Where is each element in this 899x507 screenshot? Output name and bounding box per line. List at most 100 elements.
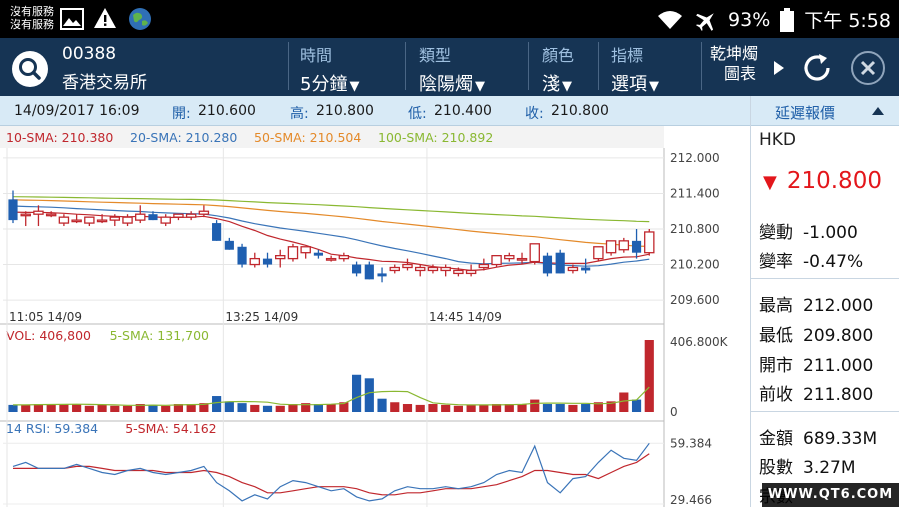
volume-bar bbox=[568, 404, 578, 412]
candle-body-up bbox=[325, 257, 337, 261]
change-pct-value: -0.47% bbox=[803, 252, 864, 272]
candle-body-up bbox=[275, 255, 286, 260]
search-icon bbox=[19, 58, 41, 80]
volume-bar bbox=[46, 404, 56, 412]
chart-area[interactable]: 10-SMA: 210.380 20-SMA: 210.280 50-SMA: 21… bbox=[0, 126, 750, 507]
header-divider bbox=[288, 42, 289, 90]
candle-chart-link[interactable]: 乾坤燭 圖表 bbox=[710, 44, 758, 96]
candle-body-down bbox=[542, 255, 553, 274]
candle-body-up bbox=[300, 246, 311, 254]
indicator-selector[interactable]: 指標 選項 ▼ bbox=[611, 42, 659, 95]
day-low-value: 209.800 bbox=[803, 326, 874, 346]
play-arrow-icon[interactable] bbox=[773, 60, 785, 76]
prev-close-label: 前收 bbox=[759, 385, 793, 405]
rsi-legend-entry: 5-SMA: 54.162 bbox=[125, 421, 216, 436]
candle-body-up bbox=[529, 243, 540, 263]
candle-body-up bbox=[84, 216, 95, 224]
quote-panel: 延遲報價 HKD ▼ 210.800 變動 -1.000 變率 -0.47% 最高 21… bbox=[750, 96, 899, 507]
indicator-label: 指標 bbox=[611, 46, 644, 65]
volume-bar bbox=[352, 374, 362, 412]
candle-body-up bbox=[504, 255, 515, 260]
candle-body-down bbox=[555, 252, 565, 274]
volume-bar bbox=[224, 401, 234, 412]
volume-bar bbox=[275, 405, 285, 412]
turnover-row: 金額 689.33M bbox=[759, 424, 877, 449]
delayed-quote-header[interactable]: 延遲報價 bbox=[751, 96, 899, 126]
watermark: WWW.QT6.COM bbox=[762, 483, 899, 507]
change-row: 變動 -1.000 bbox=[759, 218, 858, 243]
candle-body-up bbox=[389, 266, 400, 272]
time-axis-tick-label: 11:05 14/09 bbox=[9, 310, 82, 324]
candle-body-up bbox=[109, 216, 121, 221]
refresh-icon[interactable] bbox=[799, 50, 835, 86]
candle-body-up bbox=[440, 266, 451, 272]
battery-percent: 93% bbox=[728, 8, 771, 31]
price-legend-entry: 100-SMA: 210.892 bbox=[378, 130, 493, 145]
candle-chart-link-line1: 乾坤燭 bbox=[710, 44, 759, 63]
candle-body-up bbox=[173, 213, 184, 218]
price-axis-tick-label: 211.400 bbox=[670, 186, 720, 200]
volume-bar bbox=[21, 404, 31, 412]
volume-bar bbox=[377, 398, 387, 412]
change-pct-row: 變率 -0.47% bbox=[759, 247, 863, 272]
high-value: 210.800 bbox=[316, 103, 374, 119]
volume-legend-entry: VOL: 406,800 bbox=[6, 328, 91, 343]
price-axis-tick-label: 212.000 bbox=[670, 151, 720, 165]
time-axis-tick-label: 13:25 14/09 bbox=[225, 310, 298, 324]
volume-bar bbox=[84, 405, 94, 412]
status-right: 93% 下午 5:58 bbox=[656, 6, 891, 33]
close-icon[interactable] bbox=[850, 50, 886, 86]
candle-body-up bbox=[58, 216, 70, 224]
candle-body-down bbox=[148, 214, 158, 221]
battery-icon bbox=[780, 7, 795, 32]
chart-background bbox=[0, 126, 664, 507]
volume-bar bbox=[428, 404, 438, 412]
candle-body-up bbox=[249, 257, 261, 266]
stock-charts[interactable]: 10-SMA: 210.380 20-SMA: 210.280 50-SMA: 21… bbox=[0, 126, 750, 507]
volume-bar bbox=[59, 404, 69, 412]
candle-body-up bbox=[605, 240, 617, 254]
volume-bar bbox=[644, 340, 654, 412]
dropdown-caret-icon: ▼ bbox=[475, 79, 485, 94]
change-value: -1.000 bbox=[803, 223, 858, 243]
time-axis-tick-label: 14:45 14/09 bbox=[429, 310, 502, 324]
candle-body-down bbox=[364, 264, 374, 280]
rsi-axis-tick-label: 59.384 bbox=[670, 436, 712, 450]
type-selector[interactable]: 類型 陰陽燭 ▼ bbox=[419, 42, 485, 95]
volume-legend-entry: 5-SMA: 131,700 bbox=[110, 328, 209, 343]
collapse-arrow-icon[interactable] bbox=[871, 106, 885, 116]
candle-body-up bbox=[185, 213, 197, 218]
airplane-icon bbox=[696, 12, 714, 31]
volume-bar bbox=[110, 405, 120, 412]
type-value: 陰陽燭 bbox=[419, 74, 473, 95]
candle-body-down bbox=[224, 240, 234, 250]
no-service-text: 沒有服務 bbox=[10, 5, 54, 18]
candle-body-up bbox=[593, 246, 604, 260]
color-label: 顏色 bbox=[542, 46, 575, 65]
volume-bar bbox=[237, 403, 247, 412]
high-label: 高: bbox=[290, 106, 309, 122]
candle-body-up bbox=[567, 266, 579, 272]
volume-bar bbox=[148, 404, 158, 412]
day-high-label: 最高 bbox=[759, 296, 793, 316]
low-label: 低: bbox=[408, 106, 427, 122]
color-selector[interactable]: 顏色 淺 ▼ bbox=[542, 42, 575, 95]
close-label: 收: bbox=[525, 106, 544, 122]
candle-body-down bbox=[352, 264, 362, 274]
volume-label: 股數 bbox=[759, 458, 793, 478]
search-button[interactable] bbox=[12, 51, 48, 87]
candle-body-up bbox=[338, 255, 350, 260]
volume-axis-tick-label: 0 bbox=[670, 405, 678, 419]
wifi-icon bbox=[658, 10, 683, 29]
candle-body-up bbox=[96, 219, 108, 223]
time-selector[interactable]: 時間 5分鐘 ▼ bbox=[300, 42, 359, 95]
volume-bar bbox=[390, 402, 400, 412]
time-label: 時間 bbox=[300, 46, 333, 65]
volume-bar bbox=[212, 396, 222, 412]
volume-row: 股數 3.27M bbox=[759, 453, 856, 478]
candle-body-up bbox=[427, 266, 439, 272]
price-axis-tick-label: 209.600 bbox=[670, 293, 720, 307]
open-label: 開: bbox=[172, 106, 191, 122]
candle-body-up bbox=[287, 246, 299, 260]
candle-body-down bbox=[631, 240, 642, 253]
